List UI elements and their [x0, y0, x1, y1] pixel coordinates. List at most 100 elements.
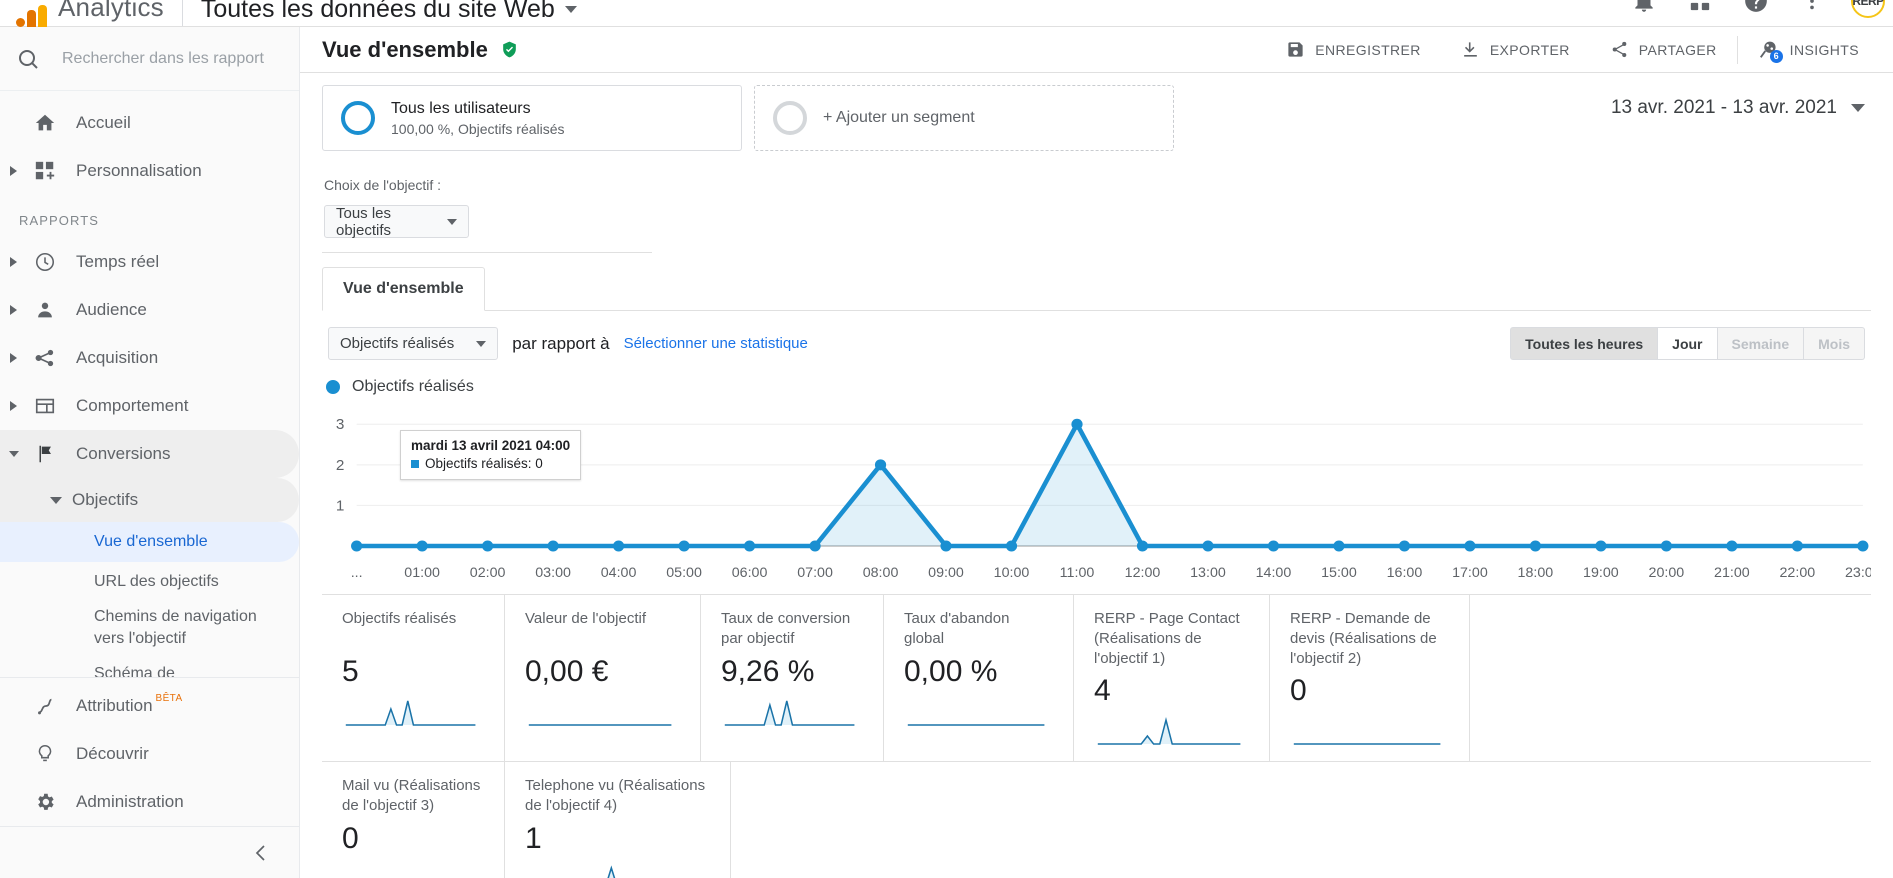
svg-text:08:00: 08:00 [863, 564, 899, 580]
metric-card-label: Taux d'abandon global [904, 610, 1010, 647]
more-vert-icon[interactable] [1795, 0, 1829, 18]
bell-icon[interactable]: 2 [1627, 0, 1661, 18]
sidebar-search[interactable] [0, 27, 299, 91]
chevron-down-icon [1851, 104, 1865, 112]
sidebar-item-decouvrir[interactable]: Découvrir [0, 730, 299, 778]
metric-card-sparkline [904, 695, 1053, 734]
legend-label: Objectifs réalisés [352, 378, 474, 395]
chevron-down-icon [447, 218, 457, 225]
add-segment-button[interactable]: + Ajouter un segment [754, 85, 1174, 151]
goal-choice-block: Choix de l'objectif : Tous les objectifs [322, 165, 652, 253]
share-label: PARTAGER [1638, 41, 1717, 58]
sidebar-item-accueil[interactable]: Accueil [0, 99, 299, 147]
property-selector[interactable]: Toutes les données du site Web [201, 0, 577, 24]
insights-badge: 6 [1769, 49, 1783, 63]
home-icon [28, 112, 62, 134]
behavior-icon [28, 395, 62, 417]
svg-text:13:00: 13:00 [1190, 564, 1226, 580]
search-icon [19, 49, 38, 69]
metric-card-label: Telephone vu (Réalisations de l'objectif… [525, 777, 706, 815]
metric-card-label: Taux de conversion par objectif [721, 610, 851, 647]
avatar[interactable]: RERP [1851, 0, 1885, 18]
granularity-jour[interactable]: Jour [1658, 327, 1718, 360]
svg-text:03:00: 03:00 [535, 564, 571, 580]
sidebar-item-attribution[interactable]: Attribution BÊTA [0, 682, 299, 730]
metric-card-label: Objectifs réalisés [342, 610, 457, 627]
report-content: Tous les utilisateurs 100,00 %, Objectif… [300, 73, 1893, 878]
chevron-down-icon [476, 340, 487, 347]
top-bar-actions: 2 RERP [1627, 0, 1885, 18]
timeseries-chart[interactable]: 1 2 3 ... 01:00 02:00 03:00 04:00 05:00 06:00 07:… [322, 400, 1871, 580]
avatar-initials: RERP [1852, 0, 1884, 8]
svg-text:04:00: 04:00 [601, 564, 637, 580]
svg-text:23:00: 23:00 [1845, 564, 1871, 580]
svg-text:2: 2 [336, 457, 345, 474]
sidebar-item-vue-densemble[interactable]: Vue d'ensemble [0, 522, 299, 562]
metric-card[interactable]: Objectifs réalisés 5 [322, 595, 505, 762]
search-input[interactable] [62, 49, 272, 68]
chart-svg: 1 2 3 [336, 416, 1869, 552]
svg-text:...: ... [351, 564, 363, 580]
save-button[interactable]: ENREGISTRER [1266, 27, 1441, 73]
select-statistic-link[interactable]: Sélectionner une statistique [624, 335, 808, 352]
metric-cards-row-1: Objectifs réalisés 5 Valeur de l'objecti… [322, 594, 1871, 762]
sidebar-item-schema-de[interactable]: Schéma de [0, 654, 299, 677]
chevron-left-icon [255, 844, 265, 861]
tooltip-row: Objectifs réalisés: 0 [411, 456, 570, 471]
sidebar-item-conversions[interactable]: Conversions [0, 430, 299, 478]
svg-text:17:00: 17:00 [1452, 564, 1488, 580]
metric-cards-row-2: Mail vu (Réalisations de l'objectif 3) 0… [322, 761, 1871, 878]
metric-card[interactable]: Telephone vu (Réalisations de l'objectif… [505, 762, 731, 878]
sidebar-item-personnalisation[interactable]: Personnalisation [0, 147, 299, 195]
google-analytics-logo[interactable] [0, 0, 56, 27]
analytics-app: Analytics Toutes les données du site Web… [0, 0, 1893, 878]
metric-card[interactable]: Taux de conversion par objectif 9,26 % [701, 595, 884, 762]
sidebar-collapse-button[interactable] [0, 826, 299, 878]
help-icon[interactable] [1739, 0, 1773, 18]
metric-card[interactable]: Mail vu (Réalisations de l'objectif 3) 0 [322, 762, 505, 878]
primary-metric-select[interactable]: Objectifs réalisés [328, 327, 499, 360]
page-header-actions: ENREGISTRER EXPORTER PARTAGER 6 INSIGHTS [1266, 27, 1879, 73]
metric-card-value: 9,26 % [721, 655, 815, 688]
granularity-semaine: Semaine [1717, 327, 1805, 360]
sidebar-item-label: Conversions [76, 444, 171, 463]
gear-icon [28, 791, 62, 813]
date-range-picker[interactable]: 13 avr. 2021 - 13 avr. 2021 [1611, 97, 1871, 119]
export-button[interactable]: EXPORTER [1441, 27, 1590, 73]
metric-card[interactable]: RERP - Demande de devis (Réalisations de… [1270, 595, 1470, 762]
sidebar-subitem-objectifs[interactable]: Objectifs [0, 478, 299, 522]
sidebar-bottom: Attribution BÊTA Découvrir Administratio… [0, 677, 299, 826]
metric-card-value: 0 [342, 822, 359, 856]
tab-vue-densemble[interactable]: Vue d'ensemble [322, 267, 485, 311]
sidebar-item-url-des-objectifs[interactable]: URL des objectifs [0, 562, 299, 602]
chevron-right-icon [0, 256, 28, 268]
report-tabs: Vue d'ensemble [322, 267, 1871, 311]
metric-card-sparkline [721, 695, 863, 734]
metric-card[interactable]: Taux d'abandon global 0,00 % [884, 595, 1074, 762]
insights-button[interactable]: 6 INSIGHTS [1738, 27, 1879, 73]
sidebar-item-audience[interactable]: Audience [0, 286, 299, 334]
granularity-toutes-les-heures[interactable]: Toutes les heures [1510, 327, 1659, 360]
sidebar-item-temps-reel[interactable]: Temps réel [0, 238, 299, 286]
sidebar-item-comportement[interactable]: Comportement [0, 382, 299, 430]
svg-text:15:00: 15:00 [1321, 564, 1357, 580]
svg-text:18:00: 18:00 [1518, 564, 1554, 580]
sidebar-item-acquisition[interactable]: Acquisition [0, 334, 299, 382]
share-button[interactable]: PARTAGER [1590, 27, 1737, 73]
chevron-down-icon [50, 496, 62, 504]
sidebar-item-administration[interactable]: Administration [0, 778, 299, 826]
metric-card-value: 5 [342, 655, 359, 688]
svg-text:09:00: 09:00 [928, 564, 964, 580]
logo-dot [15, 17, 25, 27]
sidebar-item-label: Acquisition [76, 348, 159, 367]
metric-card[interactable]: RERP - Page Contact (Réalisations de l'o… [1074, 595, 1270, 762]
metric-card[interactable]: Valeur de l'objectif 0,00 € [505, 595, 701, 762]
svg-text:21:00: 21:00 [1714, 564, 1750, 580]
apps-grid-icon[interactable] [1683, 0, 1717, 18]
sidebar-item-label: Attribution [76, 696, 153, 715]
svg-text:1: 1 [336, 498, 345, 515]
sidebar-item-chemins-de-navigation[interactable]: Chemins de navigation vers l'objectif [0, 602, 299, 654]
segment-all-users[interactable]: Tous les utilisateurs 100,00 %, Objectif… [322, 85, 742, 151]
goal-select[interactable]: Tous les objectifs [324, 205, 469, 239]
main-content: Vue d'ensemble ENREGISTRER EXPORTER PART… [300, 27, 1893, 878]
